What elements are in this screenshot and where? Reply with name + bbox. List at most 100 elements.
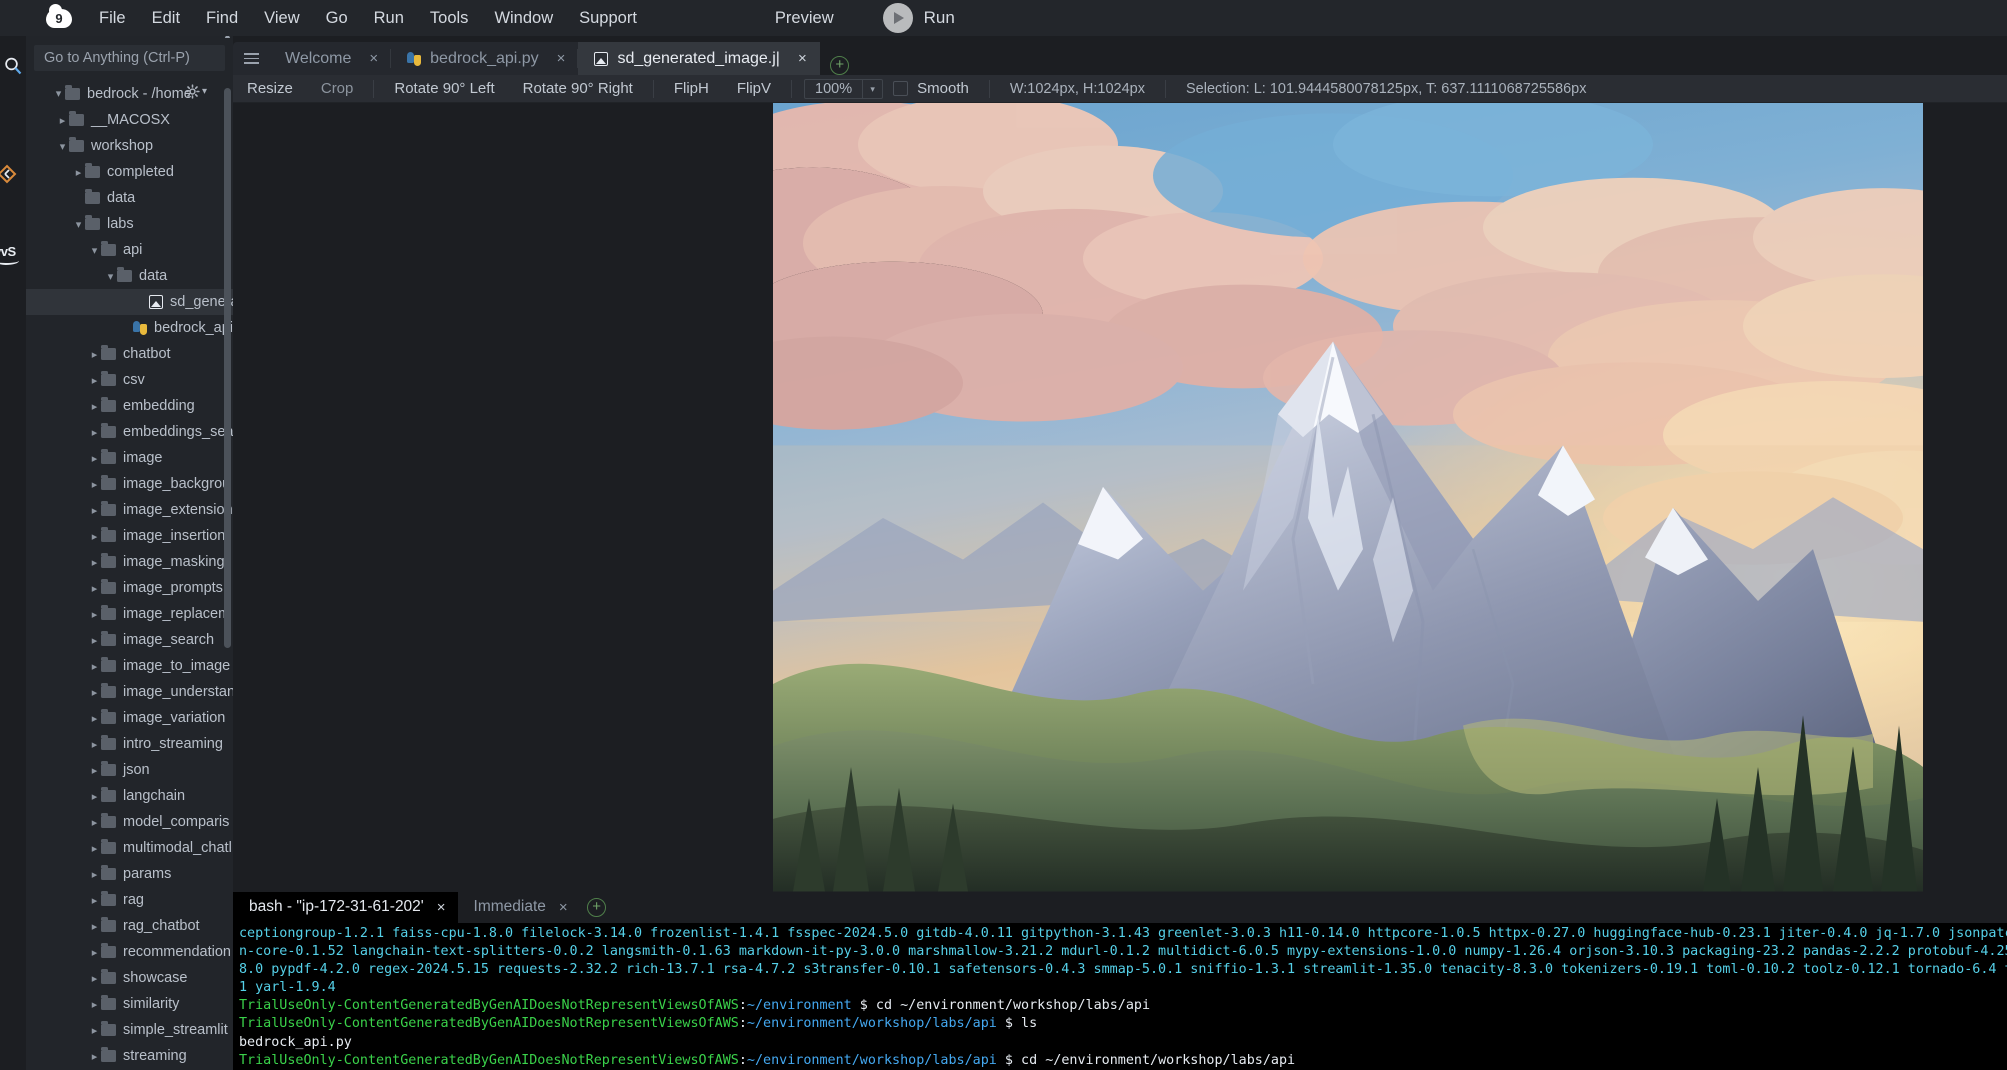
close-icon[interactable]: × <box>557 50 566 67</box>
console-tab-immediate[interactable]: Immediate × <box>458 892 580 923</box>
tree-item-rag[interactable]: rag <box>26 887 233 913</box>
tree-item-model_comparis[interactable]: model_comparis <box>26 809 233 835</box>
chevron-right-icon[interactable] <box>88 686 101 699</box>
tree-item-showcase[interactable]: showcase <box>26 965 233 991</box>
chevron-right-icon[interactable] <box>88 634 101 647</box>
tree-item-bedrock_apip[interactable]: bedrock_api.p <box>26 315 233 341</box>
tree-item-rag_chatbot[interactable]: rag_chatbot <box>26 913 233 939</box>
resize-button[interactable]: Resize <box>233 75 307 103</box>
chevron-right-icon[interactable] <box>88 790 101 803</box>
tree-root-row[interactable]: bedrock - /home ▾ <box>26 80 233 107</box>
tree-item-image_prompts[interactable]: image_prompts <box>26 575 233 601</box>
chevron-right-icon[interactable] <box>88 894 101 907</box>
tree-item-completed[interactable]: completed <box>26 159 233 185</box>
chevron-down-icon[interactable] <box>56 140 69 153</box>
tree-item-intro_streaming[interactable]: intro_streaming <box>26 731 233 757</box>
chevron-right-icon[interactable] <box>88 998 101 1011</box>
generated-mountain-image[interactable] <box>773 103 1923 892</box>
tree-item-image_variation[interactable]: image_variation <box>26 705 233 731</box>
tree-item-workshop[interactable]: workshop <box>26 133 233 159</box>
tree-item-image_masking[interactable]: image_masking <box>26 549 233 575</box>
chevron-right-icon[interactable] <box>56 114 69 127</box>
chevron-right-icon[interactable] <box>88 504 101 517</box>
tree-item-chatbot[interactable]: chatbot <box>26 341 233 367</box>
menu-file[interactable]: File <box>86 0 139 36</box>
tree-item-image[interactable]: image <box>26 445 233 471</box>
chevron-down-icon[interactable] <box>72 218 85 231</box>
crop-button[interactable]: Crop <box>307 75 368 103</box>
chevron-right-icon[interactable] <box>88 348 101 361</box>
image-canvas[interactable] <box>233 103 2007 892</box>
tree-item-labs[interactable]: labs <box>26 211 233 237</box>
tree-item-data[interactable]: data <box>26 263 233 289</box>
tree-item-recommendation[interactable]: recommendation <box>26 939 233 965</box>
chevron-right-icon[interactable] <box>88 738 101 751</box>
chevron-right-icon[interactable] <box>88 868 101 881</box>
menu-view[interactable]: View <box>251 0 312 36</box>
chevron-right-icon[interactable] <box>88 660 101 673</box>
close-icon[interactable]: × <box>559 899 568 916</box>
chevron-right-icon[interactable] <box>88 452 101 465</box>
tree-item-langchain[interactable]: langchain <box>26 783 233 809</box>
tree-item-image_understan[interactable]: image_understan <box>26 679 233 705</box>
cloud9-logo-icon[interactable]: 9 <box>44 3 74 33</box>
console-tab-bash[interactable]: bash - "ip-172-31-61-202' × <box>233 891 458 923</box>
zoom-level-select[interactable]: 100% ▾ <box>804 78 884 99</box>
menu-find[interactable]: Find <box>193 0 251 36</box>
tab-menu-icon[interactable] <box>233 42 269 75</box>
amazon-q-icon[interactable] <box>0 161 26 187</box>
editor-tab-bedrock_apipy[interactable]: bedrock_api.py × <box>391 42 579 75</box>
chevron-right-icon[interactable] <box>88 816 101 829</box>
tree-item-image_extension[interactable]: image_extension <box>26 497 233 523</box>
chevron-right-icon[interactable] <box>88 920 101 933</box>
tree-settings-gear[interactable]: ▾ <box>185 84 207 99</box>
tree-item-simple_streamlit[interactable]: simple_streamlit <box>26 1017 233 1043</box>
tree-item-csv[interactable]: csv <box>26 367 233 393</box>
menu-window[interactable]: Window <box>481 0 566 36</box>
tree-item-image_backgrou[interactable]: image_backgrou <box>26 471 233 497</box>
chevron-right-icon[interactable] <box>88 608 101 621</box>
chevron-right-icon[interactable] <box>88 1024 101 1037</box>
chevron-right-icon[interactable] <box>88 764 101 777</box>
chevron-right-icon[interactable] <box>88 582 101 595</box>
smooth-checkbox[interactable] <box>893 81 909 96</box>
chevron-right-icon[interactable] <box>88 400 101 413</box>
tree-item-image_insertion[interactable]: image_insertion <box>26 523 233 549</box>
chevron-down-icon[interactable]: ▾ <box>862 79 882 98</box>
tree-item-api[interactable]: api <box>26 237 233 263</box>
chevron-right-icon[interactable] <box>88 972 101 985</box>
chevron-down-icon[interactable] <box>52 87 65 100</box>
chevron-right-icon[interactable] <box>88 946 101 959</box>
chevron-right-icon[interactable] <box>88 556 101 569</box>
rotate-right-button[interactable]: Rotate 90° Right <box>509 75 647 103</box>
go-to-anything-input[interactable]: Go to Anything (Ctrl-P) <box>34 45 225 71</box>
chevron-down-icon[interactable] <box>88 244 101 257</box>
tree-item-image_to_image[interactable]: image_to_image <box>26 653 233 679</box>
tree-item-multimodal_chatl[interactable]: multimodal_chatl <box>26 835 233 861</box>
tree-item-data[interactable]: data <box>26 185 233 211</box>
tree-item-params[interactable]: params <box>26 861 233 887</box>
tree-item-image_replacem[interactable]: image_replacem <box>26 601 233 627</box>
tree-item-similarity[interactable]: similarity <box>26 991 233 1017</box>
aws-icon[interactable]: vvS <box>0 244 26 270</box>
sidebar-scrollbar[interactable]: ▲ <box>223 30 232 1064</box>
close-icon[interactable]: × <box>369 50 378 67</box>
chevron-right-icon[interactable] <box>72 166 85 179</box>
chevron-down-icon[interactable] <box>104 270 117 283</box>
menu-edit[interactable]: Edit <box>139 0 193 36</box>
menu-go[interactable]: Go <box>313 0 361 36</box>
new-tab-button[interactable]: + <box>820 56 860 75</box>
tree-item-embedding[interactable]: embedding <box>26 393 233 419</box>
menu-run[interactable]: Run <box>361 0 417 36</box>
chevron-right-icon[interactable] <box>88 426 101 439</box>
chevron-right-icon[interactable] <box>88 374 101 387</box>
close-icon[interactable]: × <box>798 50 807 67</box>
new-console-button[interactable]: + <box>580 897 614 917</box>
chevron-right-icon[interactable] <box>88 478 101 491</box>
rotate-left-button[interactable]: Rotate 90° Left <box>380 75 508 103</box>
close-icon[interactable]: × <box>437 899 446 916</box>
tree-item-embeddings_sea[interactable]: embeddings_sea <box>26 419 233 445</box>
tree-item-streaming[interactable]: streaming <box>26 1043 233 1069</box>
flip-horizontal-button[interactable]: FlipH <box>660 75 723 103</box>
tree-item-image_search[interactable]: image_search <box>26 627 233 653</box>
